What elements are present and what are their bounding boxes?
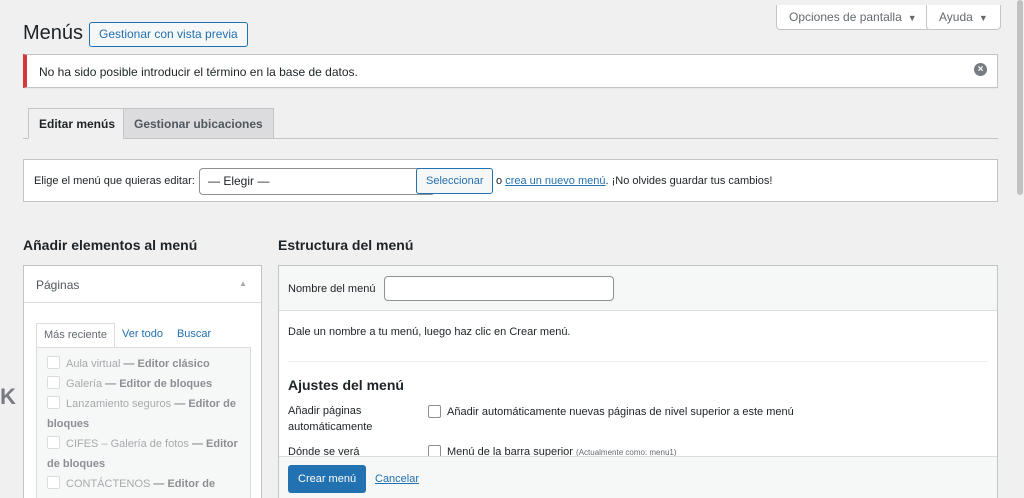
- page-checkbox[interactable]: [47, 396, 60, 409]
- error-notice: No ha sido posible introducir el término…: [23, 54, 998, 88]
- pages-panel-header[interactable]: Páginas ▲: [24, 266, 261, 303]
- page-checkbox[interactable]: [47, 476, 60, 489]
- tab-manage-locations[interactable]: Gestionar ubicaciones: [123, 108, 274, 139]
- list-item[interactable]: Galería — Editor de bloques: [47, 374, 240, 394]
- auto-add-checkbox[interactable]: [428, 405, 441, 418]
- create-menu-button[interactable]: Crear menú: [288, 465, 367, 493]
- pages-list: Aula virtual — Editor clásico Galería — …: [36, 347, 251, 498]
- page-checkbox[interactable]: [47, 376, 60, 389]
- list-item[interactable]: Lanzamiento seguros — Editor de bloques: [47, 394, 240, 434]
- pages-subtabs: Más reciente Ver todo Buscar: [36, 323, 218, 348]
- dismiss-icon[interactable]: ×: [974, 63, 987, 76]
- menu-instructions: Dale un nombre a tu menú, luego haz clic…: [288, 326, 571, 338]
- list-item[interactable]: CONTÁCTENOS — Editor de: [47, 474, 240, 494]
- subtab-view-all[interactable]: Ver todo: [115, 323, 170, 348]
- page-checkbox[interactable]: [47, 356, 60, 369]
- select-button[interactable]: Seleccionar: [416, 168, 494, 194]
- screen-options-label: Opciones de pantalla: [789, 10, 902, 24]
- create-menu-text: o crea un nuevo menú. ¡No olvides guarda…: [496, 175, 772, 187]
- auto-add-label: Añadir páginas automáticamente: [288, 405, 373, 433]
- menu-structure-heading: Estructura del menú: [278, 237, 414, 253]
- create-new-menu-link[interactable]: crea un nuevo menú: [505, 175, 605, 187]
- help-button[interactable]: Ayuda ▼: [926, 5, 1001, 30]
- cancel-link[interactable]: Cancelar: [375, 473, 419, 485]
- pages-panel-title: Páginas: [36, 278, 80, 292]
- subtab-search[interactable]: Buscar: [170, 323, 218, 348]
- list-item[interactable]: CIFES – Galería de fotos — Editor de blo…: [47, 434, 240, 474]
- menu-name-row: Nombre del menú: [279, 266, 997, 311]
- menu-footer: Crear menú Cancelar: [279, 456, 997, 498]
- or-text: o: [496, 175, 503, 187]
- list-item[interactable]: Aula virtual — Editor clásico: [47, 354, 240, 374]
- divider: [288, 361, 988, 362]
- reminder-text: . ¡No olvides guardar tus cambios!: [605, 175, 773, 187]
- auto-add-option[interactable]: Añadir automáticamente nuevas páginas de…: [428, 405, 794, 418]
- edge-glyph: K: [0, 384, 16, 409]
- screen-options-button[interactable]: Opciones de pantalla ▼: [776, 5, 930, 30]
- menu-name-label: Nombre del menú: [288, 283, 376, 295]
- menu-select-box: Elige el menú que quieras editar: — Eleg…: [23, 159, 998, 202]
- page-checkbox[interactable]: [47, 436, 60, 449]
- help-label: Ayuda: [939, 10, 973, 24]
- collapse-arrow-icon[interactable]: ▲: [239, 279, 247, 288]
- caret-down-icon: ▼: [978, 13, 988, 23]
- manage-preview-button[interactable]: Gestionar con vista previa: [89, 22, 248, 47]
- page-title: Menús: [23, 22, 84, 44]
- dropdown-value: — Elegir —: [208, 174, 270, 188]
- add-items-heading: Añadir elementos al menú: [23, 237, 198, 253]
- caret-down-icon: ▼: [907, 13, 917, 23]
- pages-panel: Páginas ▲ Más reciente Ver todo Buscar A…: [23, 265, 262, 498]
- menu-name-input[interactable]: [384, 276, 614, 301]
- menu-structure-panel: Nombre del menú Dale un nombre a tu menú…: [278, 265, 998, 498]
- menu-settings-title: Ajustes del menú: [288, 377, 404, 393]
- menu-dropdown[interactable]: — Elegir — ⌄: [199, 168, 435, 195]
- tab-edit-menus[interactable]: Editar menús: [28, 108, 127, 139]
- subtab-most-recent[interactable]: Más reciente: [36, 323, 115, 348]
- scrollbar-thumb[interactable]: [1017, 0, 1023, 195]
- menu-select-label: Elige el menú que quieras editar:: [34, 175, 195, 187]
- notice-message: No ha sido posible introducir el término…: [39, 65, 358, 79]
